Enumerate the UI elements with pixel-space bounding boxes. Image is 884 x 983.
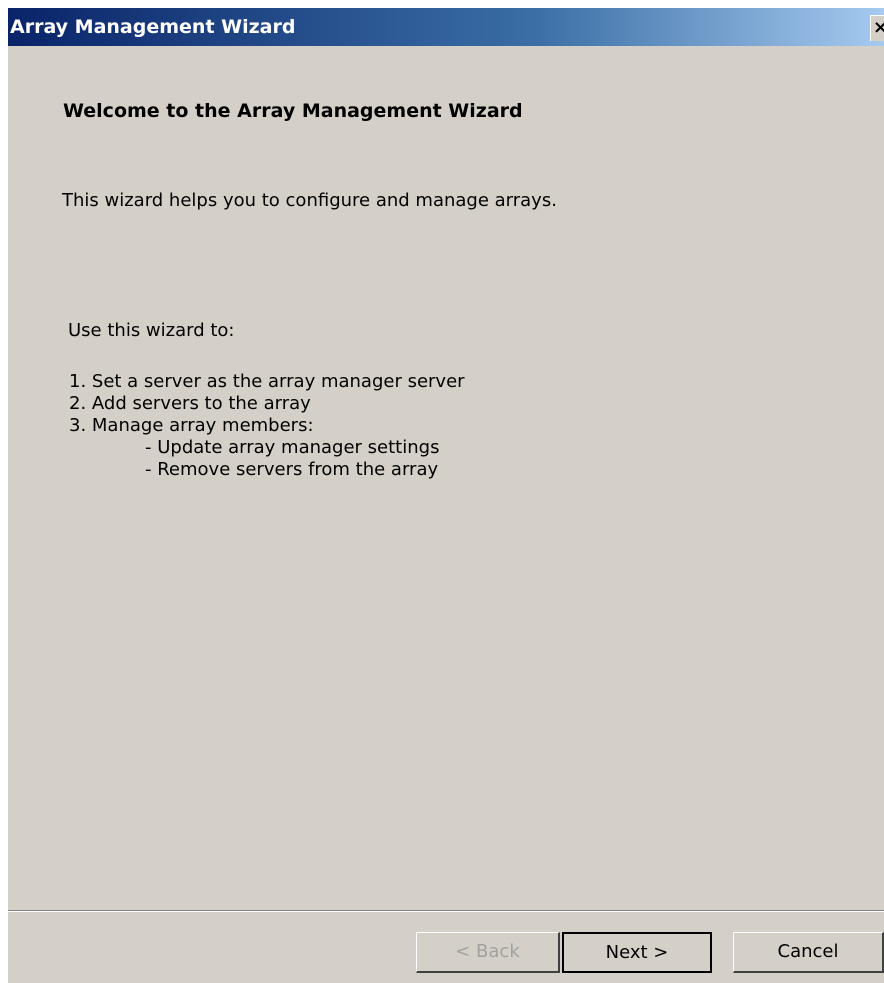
cancel-button[interactable]: Cancel <box>733 932 884 973</box>
list-item: 3. Manage array members: <box>69 415 314 436</box>
close-icon[interactable]: × <box>870 15 884 41</box>
wizard-window: Array Management Wizard × Welcome to the… <box>8 8 884 983</box>
page-heading: Welcome to the Array Management Wizard <box>63 100 523 122</box>
footer-separator <box>8 910 884 912</box>
window-title: Array Management Wizard <box>10 16 296 38</box>
back-button[interactable]: < Back <box>416 932 560 973</box>
list-subitem: - Update array manager settings <box>145 437 440 458</box>
list-item: 1. Set a server as the array manager ser… <box>69 371 465 392</box>
title-bar[interactable]: Array Management Wizard × <box>8 8 884 46</box>
list-item: 2. Add servers to the array <box>69 393 311 414</box>
steps-list: 1. Set a server as the array manager ser… <box>69 371 465 481</box>
list-subitem: - Remove servers from the array <box>145 459 439 480</box>
next-button[interactable]: Next > <box>562 932 712 973</box>
intro-text: This wizard helps you to configure and m… <box>62 190 557 211</box>
use-label: Use this wizard to: <box>68 320 235 341</box>
